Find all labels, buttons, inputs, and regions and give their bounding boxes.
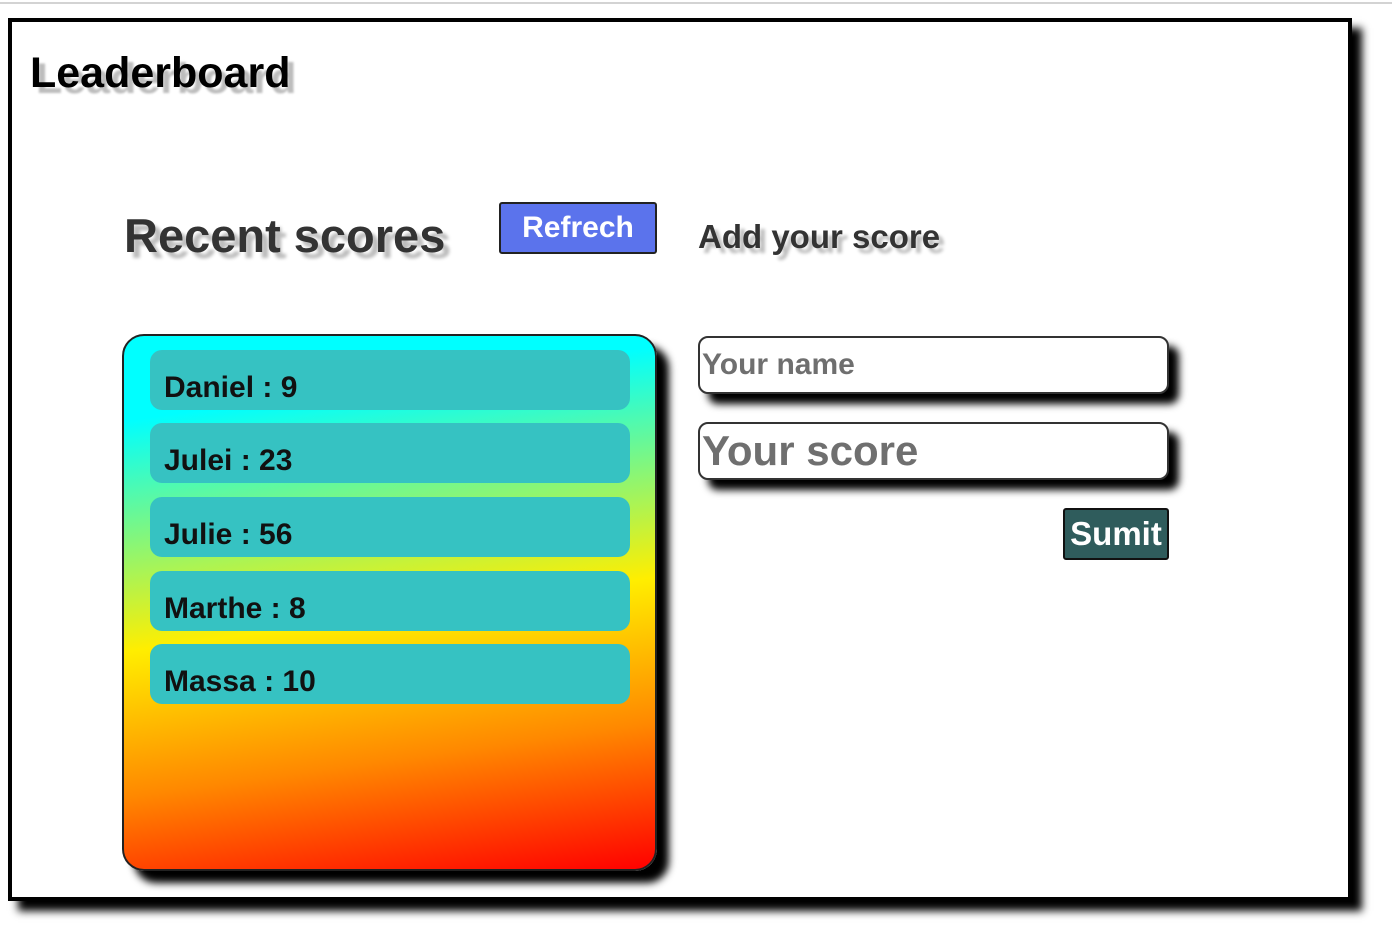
name-input[interactable] bbox=[698, 336, 1169, 394]
score-item: Julei : 23 bbox=[150, 423, 630, 483]
score-input[interactable] bbox=[698, 422, 1169, 480]
page-title: Leaderboard bbox=[30, 49, 291, 97]
score-item: Marthe : 8 bbox=[150, 571, 630, 631]
score-item: Daniel : 9 bbox=[150, 350, 630, 410]
recent-scores-title: Recent scores bbox=[124, 209, 446, 262]
submit-button[interactable]: Sumit bbox=[1063, 508, 1169, 560]
top-divider bbox=[0, 2, 1392, 4]
add-score-title: Add your score bbox=[698, 218, 941, 255]
scores-list: Daniel : 9 Julei : 23 Julie : 56 Marthe … bbox=[122, 334, 657, 871]
refresh-button[interactable]: Refrech bbox=[499, 202, 657, 254]
score-item: Julie : 56 bbox=[150, 497, 630, 557]
leaderboard-frame: Leaderboard Recent scores Refrech Add yo… bbox=[8, 18, 1352, 901]
score-item: Massa : 10 bbox=[150, 644, 630, 704]
